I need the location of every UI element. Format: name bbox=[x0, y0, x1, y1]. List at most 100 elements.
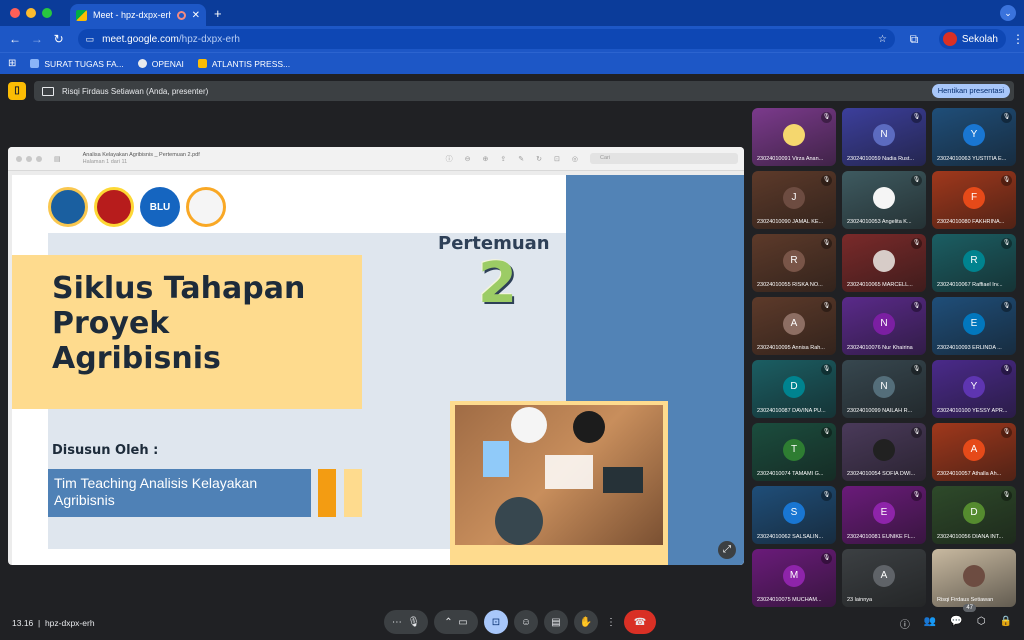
bookmark-item[interactable]: SURAT TUGAS FA... bbox=[30, 59, 124, 69]
camera-icon[interactable]: ▭ bbox=[458, 617, 467, 628]
mic-muted-icon: 🎙 bbox=[821, 427, 832, 438]
participant-tile[interactable]: D 23024010087 DAVINA PU... 🎙 bbox=[752, 360, 836, 418]
share-icon[interactable]: ⇪ bbox=[500, 155, 506, 163]
zoom-out-icon[interactable]: ⊖ bbox=[465, 155, 471, 163]
participant-tile[interactable]: N 23024010059 Nadia Rust... 🎙 bbox=[842, 108, 926, 166]
chat-icon[interactable]: 💬 bbox=[950, 616, 962, 631]
stop-presenting-button[interactable]: Hentikan presentasi bbox=[931, 84, 1010, 98]
participant-tile[interactable]: A 23 lainnya bbox=[842, 549, 926, 607]
markup-icon[interactable]: ✎ bbox=[518, 155, 524, 163]
forward-icon[interactable]: → bbox=[26, 32, 48, 46]
slide-title: Siklus Tahapan Proyek Agribisnis bbox=[52, 271, 306, 376]
tab-title: Meet - hpz-dxpx-erh bbox=[93, 10, 171, 20]
bookmark-item[interactable]: ATLANTIS PRESS... bbox=[197, 59, 290, 69]
info-icon[interactable]: ⓘ bbox=[446, 154, 453, 164]
present-icon: ⊡ bbox=[491, 616, 501, 628]
participant-avatar: Y bbox=[963, 123, 985, 146]
participant-tile[interactable]: T 23024010074 TAMAMI G... 🎙 bbox=[752, 423, 836, 481]
highlight-icon[interactable]: ◎ bbox=[572, 155, 578, 163]
form-icon[interactable]: ⊡ bbox=[554, 155, 560, 163]
sidebar-toggle-icon[interactable]: ▤ bbox=[54, 155, 61, 163]
browser-tab[interactable]: Meet - hpz-dxpx-erh ✕ bbox=[70, 4, 206, 26]
captions-button[interactable]: ▤ bbox=[544, 610, 568, 634]
participant-tile[interactable]: F 23024010080 FAKHRINA... 🎙 bbox=[932, 171, 1016, 229]
participant-tile[interactable]: S 23024010062 SALSALIN... 🎙 bbox=[752, 486, 836, 544]
participant-avatar bbox=[873, 186, 895, 209]
chevron-up-icon[interactable]: ⌃ bbox=[444, 617, 452, 628]
mic-muted-icon: 🎙 bbox=[911, 427, 922, 438]
browser-menu-icon[interactable]: ⋮ bbox=[1012, 32, 1024, 46]
present-button[interactable]: ⊡ bbox=[484, 610, 508, 634]
university-logo bbox=[94, 187, 134, 227]
bookmark-item[interactable]: OPENAI bbox=[137, 59, 184, 69]
rotate-icon[interactable]: ↻ bbox=[536, 155, 542, 163]
participant-tile[interactable]: A 23024010057 Athalla Ah... 🎙 bbox=[932, 423, 1016, 481]
pdf-tools: ⓘ ⊖ ⊕ ⇪ ✎ ↻ ⊡ ◎ Cari bbox=[446, 153, 744, 164]
recording-indicator-icon bbox=[176, 10, 186, 20]
apps-grid-icon[interactable]: ⊞ bbox=[8, 58, 16, 69]
expand-icon[interactable]: ⤢ bbox=[718, 541, 736, 559]
zoom-in-icon[interactable]: ⊕ bbox=[483, 155, 489, 163]
participant-tile[interactable]: A 23024010095 Annisa Rah... 🎙 bbox=[752, 297, 836, 355]
bookmark-star-icon[interactable]: ☆ bbox=[878, 34, 887, 45]
activities-icon[interactable]: ⬡ bbox=[977, 616, 986, 631]
mic-muted-icon: 🎙 bbox=[911, 175, 922, 186]
url-text: meet.google.com/hpz-dxpx-erh bbox=[102, 33, 240, 45]
people-icon[interactable]: 👥 bbox=[924, 616, 936, 631]
participant-tile[interactable]: Y 23024010063 YUSTITIA E... 🎙 bbox=[932, 108, 1016, 166]
participant-tile[interactable]: Y 23024010100 YESSY APR... 🎙 bbox=[932, 360, 1016, 418]
participant-tile[interactable]: R 23024010067 Raffiael Irv... 🎙 bbox=[932, 234, 1016, 292]
participant-tile[interactable]: 23024010065 MARCELL... 🎙 bbox=[842, 234, 926, 292]
reactions-button[interactable]: ☺ bbox=[514, 610, 538, 634]
extensions-icon[interactable]: ⧉ bbox=[903, 32, 925, 47]
participant-tile[interactable]: 23024010053 Angelita K... 🎙 bbox=[842, 171, 926, 229]
mic-muted-icon: 🎙 bbox=[821, 490, 832, 501]
lock-icon[interactable]: 🔒 bbox=[1000, 616, 1012, 631]
participant-tile[interactable]: N 23024010099 NAILAH R... 🎙 bbox=[842, 360, 926, 418]
profile-button[interactable]: Sekolah bbox=[938, 29, 1006, 49]
profile-name: Sekolah bbox=[961, 33, 998, 45]
tab-search-button[interactable]: ⌄ bbox=[1000, 5, 1016, 21]
new-tab-button[interactable]: + bbox=[214, 6, 222, 21]
maximize-window-button[interactable] bbox=[42, 8, 52, 18]
minimize-window-button[interactable] bbox=[26, 8, 36, 18]
window-dot bbox=[16, 155, 22, 162]
mic-muted-icon: 🎙 bbox=[821, 112, 832, 123]
participant-tile[interactable]: E 23024010081 EUNIKE FL... 🎙 bbox=[842, 486, 926, 544]
mic-muted-icon: 🎙 bbox=[1001, 364, 1012, 375]
openai-icon bbox=[137, 59, 147, 68]
close-tab-icon[interactable]: ✕ bbox=[192, 10, 200, 21]
participant-tile[interactable]: N 23024010076 Nur Khairina 🎙 bbox=[842, 297, 926, 355]
meet-activity-icon[interactable]: ▯ bbox=[8, 82, 26, 100]
participant-tile[interactable]: M 23024010075 MUCHAM... 🎙 bbox=[752, 549, 836, 607]
mic-muted-icon: 🎙 bbox=[911, 112, 922, 123]
participant-tile[interactable]: 23024010054 SOFIA DWI... 🎙 bbox=[842, 423, 926, 481]
mic-muted-icon: 🎙 bbox=[1001, 238, 1012, 249]
address-bar[interactable]: ▭ meet.google.com/hpz-dxpx-erh ☆ bbox=[77, 29, 895, 49]
pdf-search-input[interactable]: Cari bbox=[590, 153, 738, 164]
participant-tile[interactable]: D 23024010056 DIANA INT... 🎙 bbox=[932, 486, 1016, 544]
pdf-title: Analisa Kelayakan Agribisnis _ Pertemuan… bbox=[82, 151, 200, 165]
info-icon[interactable]: ⓘ bbox=[900, 616, 910, 631]
participant-tile[interactable]: E 23024010093 ERLINDA ... 🎙 bbox=[932, 297, 1016, 355]
paper-shape bbox=[545, 455, 593, 489]
participant-tile[interactable]: Risqi Firdaus Setiawan bbox=[932, 549, 1016, 607]
shared-screen: ▤ Analisa Kelayakan Agribisnis _ Pertemu… bbox=[8, 147, 744, 565]
mic-control[interactable]: ⋯ 🎙 bbox=[384, 610, 428, 634]
raise-hand-button[interactable]: ✋ bbox=[574, 610, 598, 634]
more-audio-icon[interactable]: ⋯ bbox=[392, 617, 402, 628]
mic-muted-icon: 🎙 bbox=[1001, 112, 1012, 123]
participant-name: 23024010063 YUSTITIA E... bbox=[937, 156, 1007, 162]
close-window-button[interactable] bbox=[10, 8, 20, 18]
camera-permission-icon[interactable]: ▭ bbox=[86, 34, 95, 45]
mic-icon[interactable]: 🎙 bbox=[407, 617, 420, 628]
reload-icon[interactable]: ↻ bbox=[48, 32, 70, 46]
leave-call-button[interactable]: ☎ bbox=[624, 610, 656, 634]
participant-tile[interactable]: J 23024010090 JAMAL KE... 🎙 bbox=[752, 171, 836, 229]
more-options-button[interactable]: ⋮ bbox=[604, 610, 618, 634]
participant-tile[interactable]: 23024010091 Virza Anan... 🎙 bbox=[752, 108, 836, 166]
back-icon[interactable]: ← bbox=[4, 32, 26, 46]
camera-control[interactable]: ⌃ ▭ bbox=[434, 610, 478, 634]
participant-tile[interactable]: R 23024010055 RISKA NO... 🎙 bbox=[752, 234, 836, 292]
participant-name: 23024010057 Athalla Ah... bbox=[937, 471, 1002, 477]
